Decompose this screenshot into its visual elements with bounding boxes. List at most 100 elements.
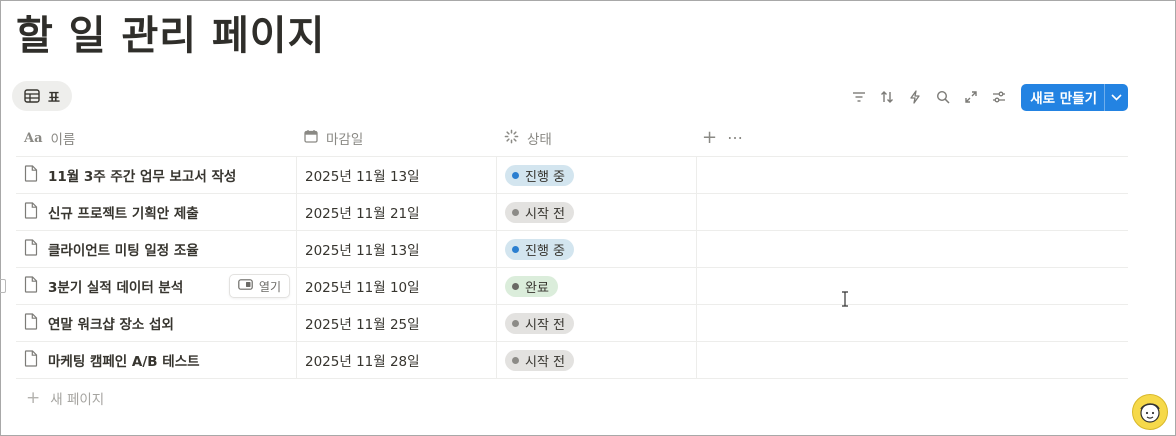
more-options-icon[interactable]: ⋯ xyxy=(727,129,744,147)
task-name[interactable]: 마케팅 캠페인 A/B 테스트 xyxy=(48,350,200,370)
plus-icon: + xyxy=(26,387,41,408)
add-column-icon[interactable]: + xyxy=(702,129,717,147)
page-document-icon xyxy=(24,164,38,186)
column-label-status: 상태 xyxy=(527,132,552,148)
cell-status[interactable]: 시작 전 xyxy=(496,342,696,378)
search-icon[interactable] xyxy=(929,84,957,110)
text-cursor-icon xyxy=(841,291,849,311)
cell-empty[interactable] xyxy=(696,231,1128,267)
status-badge[interactable]: 진행 중 xyxy=(505,238,575,260)
table-row[interactable]: 연말 워크샵 장소 섭외 2025년 11월 25일 시작 전 xyxy=(16,305,1128,342)
new-button-label[interactable]: 새로 만들기 xyxy=(1021,84,1104,111)
column-header-status[interactable]: 상태 xyxy=(496,120,696,156)
page-document-icon xyxy=(24,275,38,297)
page-document-icon xyxy=(24,312,38,334)
view-tab-table[interactable]: 표 xyxy=(12,81,72,111)
column-actions: + ⋯ xyxy=(696,120,1128,156)
table-row[interactable]: 클라이언트 미팅 일정 조율 2025년 11월 13일 진행 중 xyxy=(16,231,1128,268)
cell-due[interactable]: 2025년 11월 13일 xyxy=(296,157,496,193)
task-table: Aa 이름 마감일 상태 + ⋯ 11월 3주 주간 업무 보고서 작성 2025… xyxy=(16,120,1128,416)
table-row[interactable]: 3분기 실적 데이터 분석 열기 2025년 11월 10일 완료 xyxy=(16,268,1128,305)
cell-due[interactable]: 2025년 11월 28일 xyxy=(296,342,496,378)
due-date: 2025년 11월 13일 xyxy=(305,243,420,259)
table-row[interactable]: 11월 3주 주간 업무 보고서 작성 2025년 11월 13일 진행 중 xyxy=(16,157,1128,194)
status-dot xyxy=(512,171,519,179)
due-date: 2025년 11월 10일 xyxy=(305,280,420,296)
status-dot xyxy=(512,319,519,327)
status-badge[interactable]: 완료 xyxy=(505,275,558,297)
status-label: 진행 중 xyxy=(525,243,566,259)
task-name[interactable]: 3분기 실적 데이터 분석 xyxy=(48,276,183,296)
cell-name[interactable]: 마케팅 캠페인 A/B 테스트 xyxy=(16,342,296,378)
cell-status[interactable]: 시작 전 xyxy=(496,194,696,230)
status-badge[interactable]: 시작 전 xyxy=(505,201,575,223)
open-page-button[interactable]: 열기 xyxy=(228,274,290,298)
task-name[interactable]: 11월 3주 주간 업무 보고서 작성 xyxy=(48,165,236,185)
status-badge[interactable]: 시작 전 xyxy=(505,349,575,371)
status-dot xyxy=(512,282,519,290)
due-date: 2025년 11월 25일 xyxy=(305,317,420,333)
status-label: 시작 전 xyxy=(525,354,566,370)
cell-due[interactable]: 2025년 11월 13일 xyxy=(296,231,496,267)
page-title: 할 일 관리 페이지 xyxy=(16,13,326,59)
column-label-name: 이름 xyxy=(50,132,76,148)
task-name[interactable]: 신규 프로젝트 기획안 제출 xyxy=(48,202,199,222)
task-name[interactable]: 연말 워크샵 장소 섭외 xyxy=(48,313,174,333)
cell-name[interactable]: 3분기 실적 데이터 분석 열기 xyxy=(16,268,296,304)
sort-icon[interactable] xyxy=(873,84,901,110)
view-tab-label: 표 xyxy=(48,90,60,106)
cell-due[interactable]: 2025년 11월 25일 xyxy=(296,305,496,341)
table-header: Aa 이름 마감일 상태 + ⋯ xyxy=(16,120,1128,157)
column-label-due: 마감일 xyxy=(326,132,364,148)
table-body: 11월 3주 주간 업무 보고서 작성 2025년 11월 13일 진행 중 신규 프… xyxy=(16,157,1128,379)
page-document-icon xyxy=(24,201,38,223)
due-date: 2025년 11월 13일 xyxy=(305,169,420,185)
table-row[interactable]: 마케팅 캠페인 A/B 테스트 2025년 11월 28일 시작 전 xyxy=(16,342,1128,379)
page-document-icon xyxy=(24,349,38,371)
cell-empty[interactable] xyxy=(696,157,1128,193)
cell-status[interactable]: 시작 전 xyxy=(496,305,696,341)
cell-status[interactable]: 진행 중 xyxy=(496,157,696,193)
table-row[interactable]: 신규 프로젝트 기획안 제출 2025년 11월 21일 시작 전 xyxy=(16,194,1128,231)
open-label: 열기 xyxy=(258,279,281,294)
status-label: 시작 전 xyxy=(525,206,566,222)
page-document-icon xyxy=(24,238,38,260)
status-label: 시작 전 xyxy=(525,317,566,333)
row-drag-handle[interactable] xyxy=(0,279,6,293)
status-badge[interactable]: 진행 중 xyxy=(505,164,575,186)
automation-bolt-icon[interactable] xyxy=(901,84,929,110)
cell-due[interactable]: 2025년 11월 21일 xyxy=(296,194,496,230)
open-panel-icon xyxy=(238,279,253,293)
cell-empty[interactable] xyxy=(696,268,1128,304)
cell-empty[interactable] xyxy=(696,194,1128,230)
status-spinner-icon xyxy=(504,129,519,148)
column-header-name[interactable]: Aa 이름 xyxy=(16,120,296,156)
cell-name[interactable]: 클라이언트 미팅 일정 조율 xyxy=(16,231,296,267)
status-dot xyxy=(512,245,519,253)
cell-due[interactable]: 2025년 11월 10일 xyxy=(296,268,496,304)
settings-sliders-icon[interactable] xyxy=(985,84,1013,110)
new-button[interactable]: 새로 만들기 xyxy=(1021,83,1128,111)
due-date: 2025년 11월 21일 xyxy=(305,206,420,222)
cell-name[interactable]: 신규 프로젝트 기획안 제출 xyxy=(16,194,296,230)
expand-icon[interactable] xyxy=(957,84,985,110)
cell-status[interactable]: 완료 xyxy=(496,268,696,304)
text-aa-icon: Aa xyxy=(24,130,43,146)
chevron-down-icon[interactable] xyxy=(1104,83,1128,111)
task-name[interactable]: 클라이언트 미팅 일정 조율 xyxy=(48,239,199,259)
new-page-button[interactable]: + 새 페이지 xyxy=(16,379,1128,416)
status-label: 진행 중 xyxy=(525,169,566,185)
cell-empty[interactable] xyxy=(696,305,1128,341)
cell-status[interactable]: 진행 중 xyxy=(496,231,696,267)
avatar[interactable] xyxy=(1132,394,1168,430)
filter-icon[interactable] xyxy=(845,84,873,110)
cell-name[interactable]: 11월 3주 주간 업무 보고서 작성 xyxy=(16,157,296,193)
cell-name[interactable]: 연말 워크샵 장소 섭외 xyxy=(16,305,296,341)
due-date: 2025년 11월 28일 xyxy=(305,354,420,370)
table-icon xyxy=(24,89,40,103)
new-page-label: 새 페이지 xyxy=(50,391,105,408)
status-badge[interactable]: 시작 전 xyxy=(505,312,575,334)
cell-empty[interactable] xyxy=(696,342,1128,378)
calendar-icon xyxy=(304,129,318,147)
column-header-due[interactable]: 마감일 xyxy=(296,120,496,156)
